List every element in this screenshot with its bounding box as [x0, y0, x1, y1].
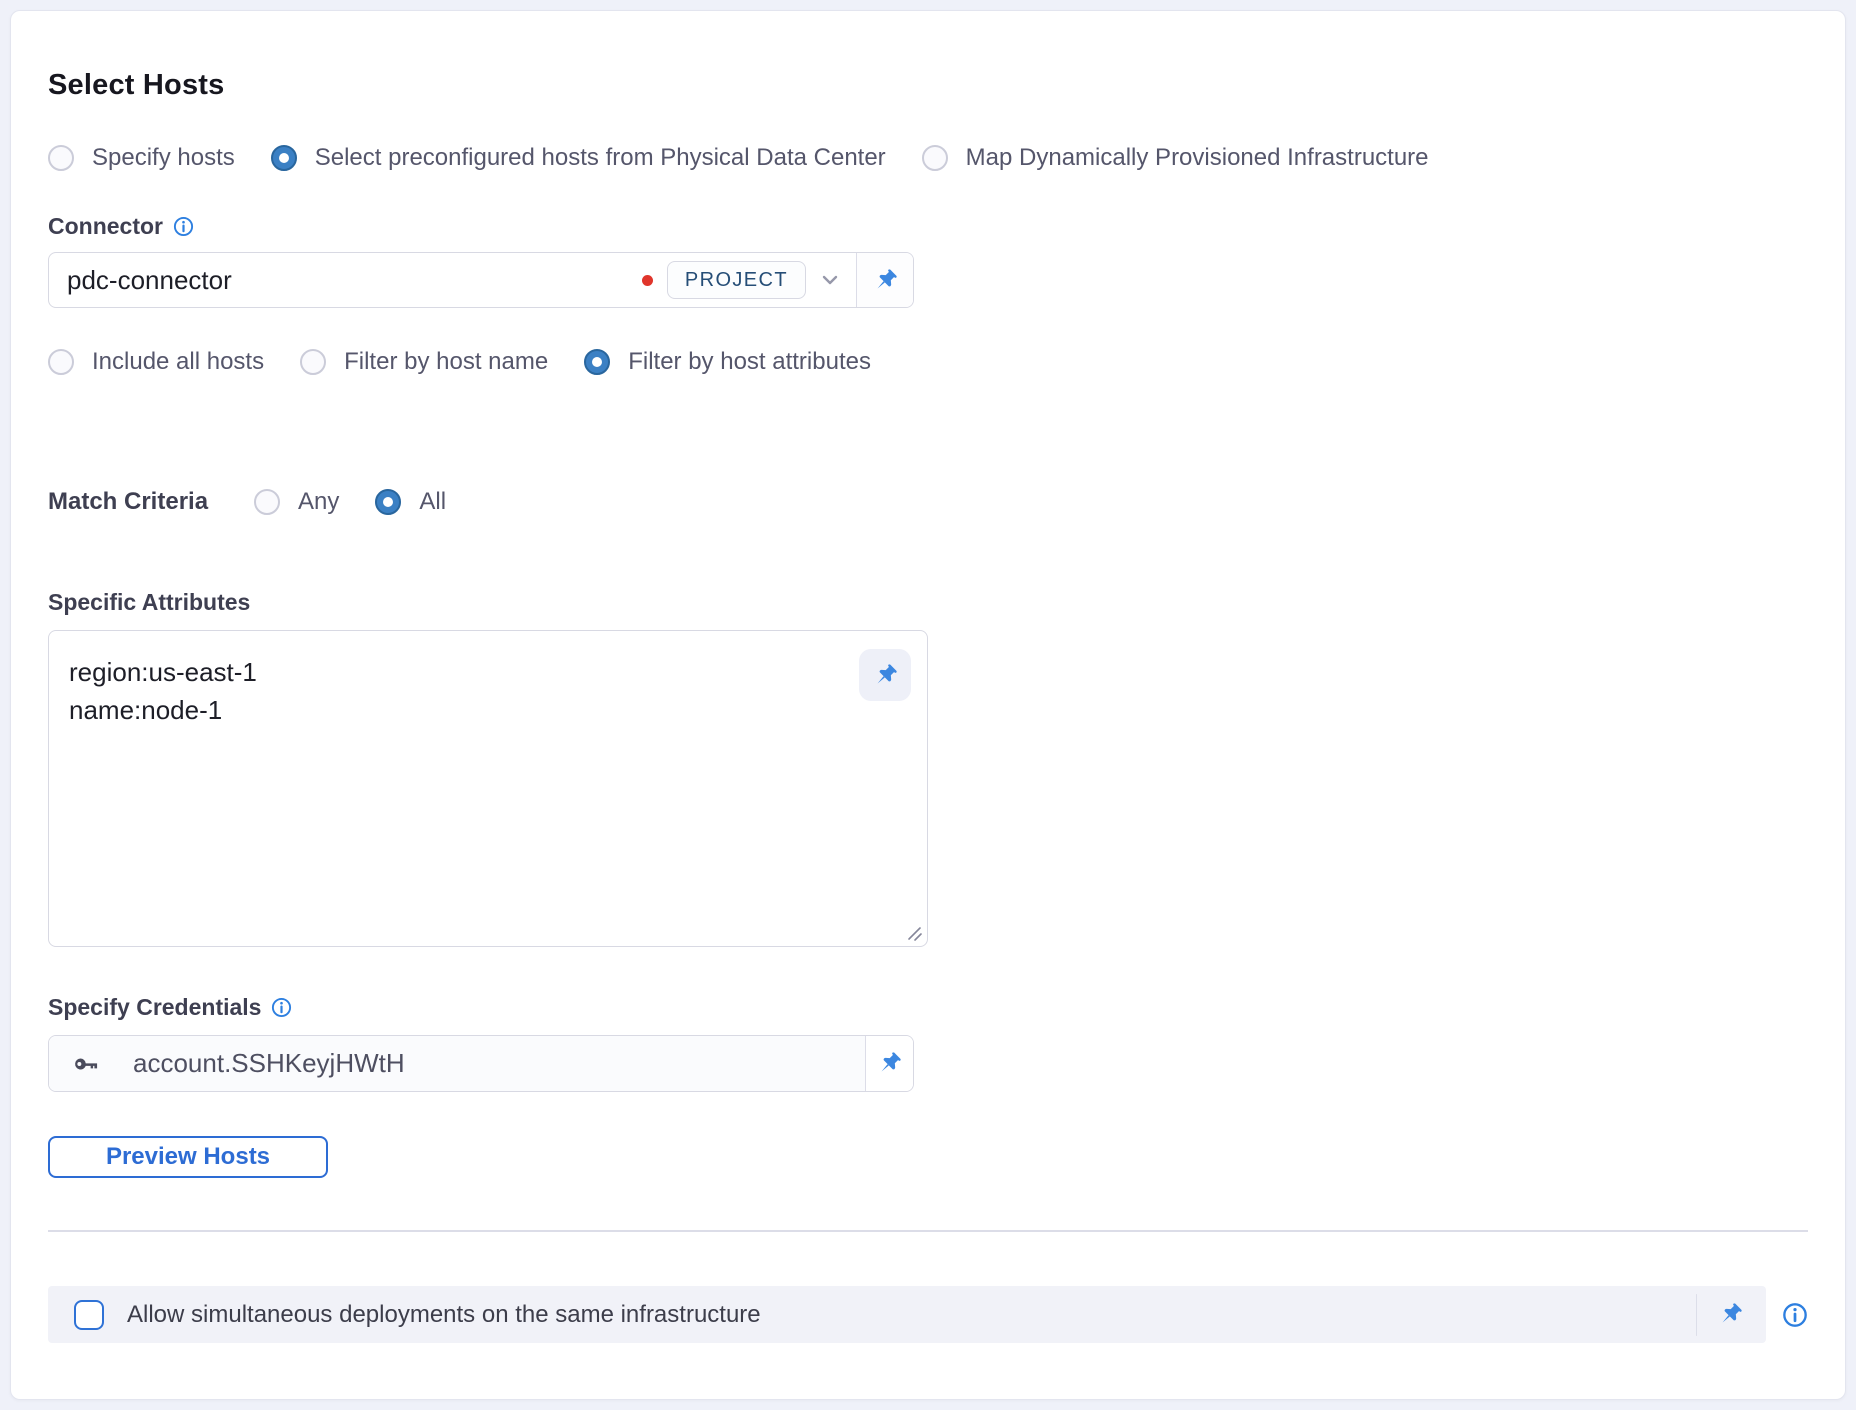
radio-circle-icon	[922, 145, 948, 171]
radio-label: Select preconfigured hosts from Physical…	[315, 144, 886, 172]
attributes-pin-button[interactable]	[859, 649, 911, 701]
radio-circle-icon	[48, 145, 74, 171]
radio-specify-hosts[interactable]: Specify hosts	[48, 144, 235, 172]
radio-circle-icon	[584, 349, 610, 375]
radio-dynamic-infrastructure[interactable]: Map Dynamically Provisioned Infrastructu…	[922, 144, 1429, 172]
footer-row: Allow simultaneous deployments on the sa…	[48, 1286, 1808, 1343]
info-icon[interactable]	[271, 997, 292, 1018]
match-criteria-group: Match Criteria Any All	[48, 488, 1808, 516]
select-hosts-panel: Select Hosts Specify hosts Select precon…	[10, 10, 1846, 1400]
info-icon[interactable]	[1782, 1302, 1808, 1328]
credentials-input[interactable]	[115, 1036, 865, 1091]
pushpin-icon	[872, 267, 899, 294]
specific-attributes-label: Specific Attributes	[48, 589, 250, 616]
preview-hosts-button[interactable]: Preview Hosts	[48, 1136, 328, 1178]
radio-circle-icon	[48, 349, 74, 375]
radio-circle-icon	[375, 489, 401, 515]
section-divider	[48, 1230, 1808, 1232]
specific-attributes-field: region:us-east-1 name:node-1	[48, 630, 928, 947]
host-filter-radio-group: Include all hosts Filter by host name Fi…	[48, 348, 1808, 376]
connector-input[interactable]	[49, 253, 642, 307]
pushpin-icon	[876, 1050, 903, 1077]
connector-pin-button[interactable]	[856, 253, 913, 307]
simultaneous-deployments-checkbox[interactable]	[74, 1300, 104, 1330]
host-source-radio-group: Specify hosts Select preconfigured hosts…	[48, 144, 1808, 172]
required-dot	[642, 275, 653, 286]
connector-label: Connector	[48, 213, 163, 240]
match-criteria-label: Match Criteria	[48, 488, 208, 516]
info-icon[interactable]	[173, 216, 194, 237]
radio-label: Any	[298, 488, 339, 516]
key-icon	[72, 1050, 100, 1078]
radio-circle-icon	[254, 489, 280, 515]
radio-label: Specify hosts	[92, 144, 235, 172]
specify-credentials-label: Specify Credentials	[48, 994, 261, 1021]
radio-include-all-hosts[interactable]: Include all hosts	[48, 348, 264, 376]
chevron-down-icon[interactable]	[818, 268, 842, 292]
connector-field: PROJECT	[48, 252, 914, 308]
simultaneous-deployments-bar: Allow simultaneous deployments on the sa…	[48, 1286, 1766, 1343]
credentials-pin-button[interactable]	[865, 1036, 913, 1091]
radio-circle-icon	[300, 349, 326, 375]
radio-circle-icon	[271, 145, 297, 171]
footer-pin-button[interactable]	[1717, 1301, 1744, 1328]
resize-handle-icon[interactable]	[905, 924, 923, 942]
radio-match-any[interactable]: Any	[254, 488, 339, 516]
radio-label: Include all hosts	[92, 348, 264, 376]
credentials-value-area[interactable]	[49, 1036, 865, 1091]
scope-badge: PROJECT	[667, 261, 806, 299]
radio-label: Filter by host attributes	[628, 348, 871, 376]
page-title: Select Hosts	[48, 69, 1808, 102]
radio-preconfigured-hosts[interactable]: Select preconfigured hosts from Physical…	[271, 144, 886, 172]
radio-label: Filter by host name	[344, 348, 548, 376]
pushpin-icon	[872, 662, 899, 689]
radio-label: All	[419, 488, 446, 516]
radio-filter-host-attributes[interactable]: Filter by host attributes	[584, 348, 871, 376]
radio-filter-host-name[interactable]: Filter by host name	[300, 348, 548, 376]
simultaneous-deployments-label: Allow simultaneous deployments on the sa…	[127, 1301, 761, 1329]
credentials-field	[48, 1035, 914, 1092]
footer-separator	[1696, 1294, 1697, 1336]
specific-attributes-textarea[interactable]: region:us-east-1 name:node-1	[49, 631, 927, 946]
radio-label: Map Dynamically Provisioned Infrastructu…	[966, 144, 1429, 172]
radio-match-all[interactable]: All	[375, 488, 446, 516]
